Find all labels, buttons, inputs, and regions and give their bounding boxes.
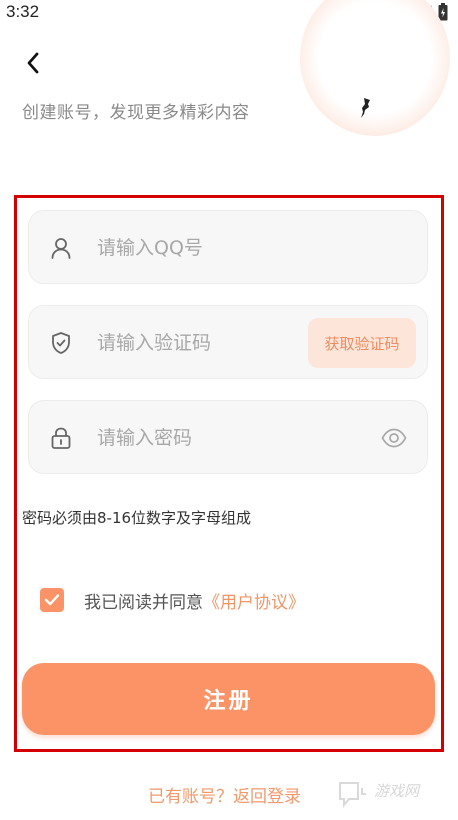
qq-field[interactable] (28, 210, 428, 284)
shield-icon (52, 332, 70, 354)
register-button[interactable]: 注册 (22, 663, 435, 735)
check-icon (44, 594, 60, 606)
feather-icon (361, 98, 370, 118)
agreement-row: 我已阅读并同意 《用户协议》 (40, 587, 305, 613)
user-agreement-link[interactable]: 《用户协议》 (203, 588, 305, 613)
back-to-login-link[interactable]: 已有账号？返回登录 (148, 782, 301, 807)
user-icon (51, 238, 71, 259)
watermark-logo-icon (339, 782, 366, 808)
decorative-circle (300, 0, 450, 136)
agreement-checkbox[interactable] (40, 588, 64, 612)
password-field[interactable] (28, 400, 428, 474)
status-time: 3:32 (6, 2, 40, 21)
chevron-left-icon (27, 52, 39, 74)
code-field[interactable]: 获取验证码 (28, 305, 428, 379)
page-subtitle: 创建账号，发现更多精彩内容 (22, 103, 250, 123)
watermark: 游戏网 (328, 776, 456, 816)
password-hint: 密码必须由8-16位数字及字母组成 (22, 509, 252, 527)
back-button[interactable] (16, 48, 50, 78)
code-input[interactable] (97, 326, 307, 360)
agreement-text: 我已阅读并同意 (84, 592, 203, 613)
qq-input[interactable] (97, 231, 307, 265)
get-code-button[interactable]: 获取验证码 (308, 318, 416, 368)
password-input[interactable] (97, 421, 307, 455)
eye-icon[interactable] (381, 427, 407, 449)
watermark-text: 游戏网 (374, 782, 420, 800)
lock-icon (51, 427, 71, 449)
